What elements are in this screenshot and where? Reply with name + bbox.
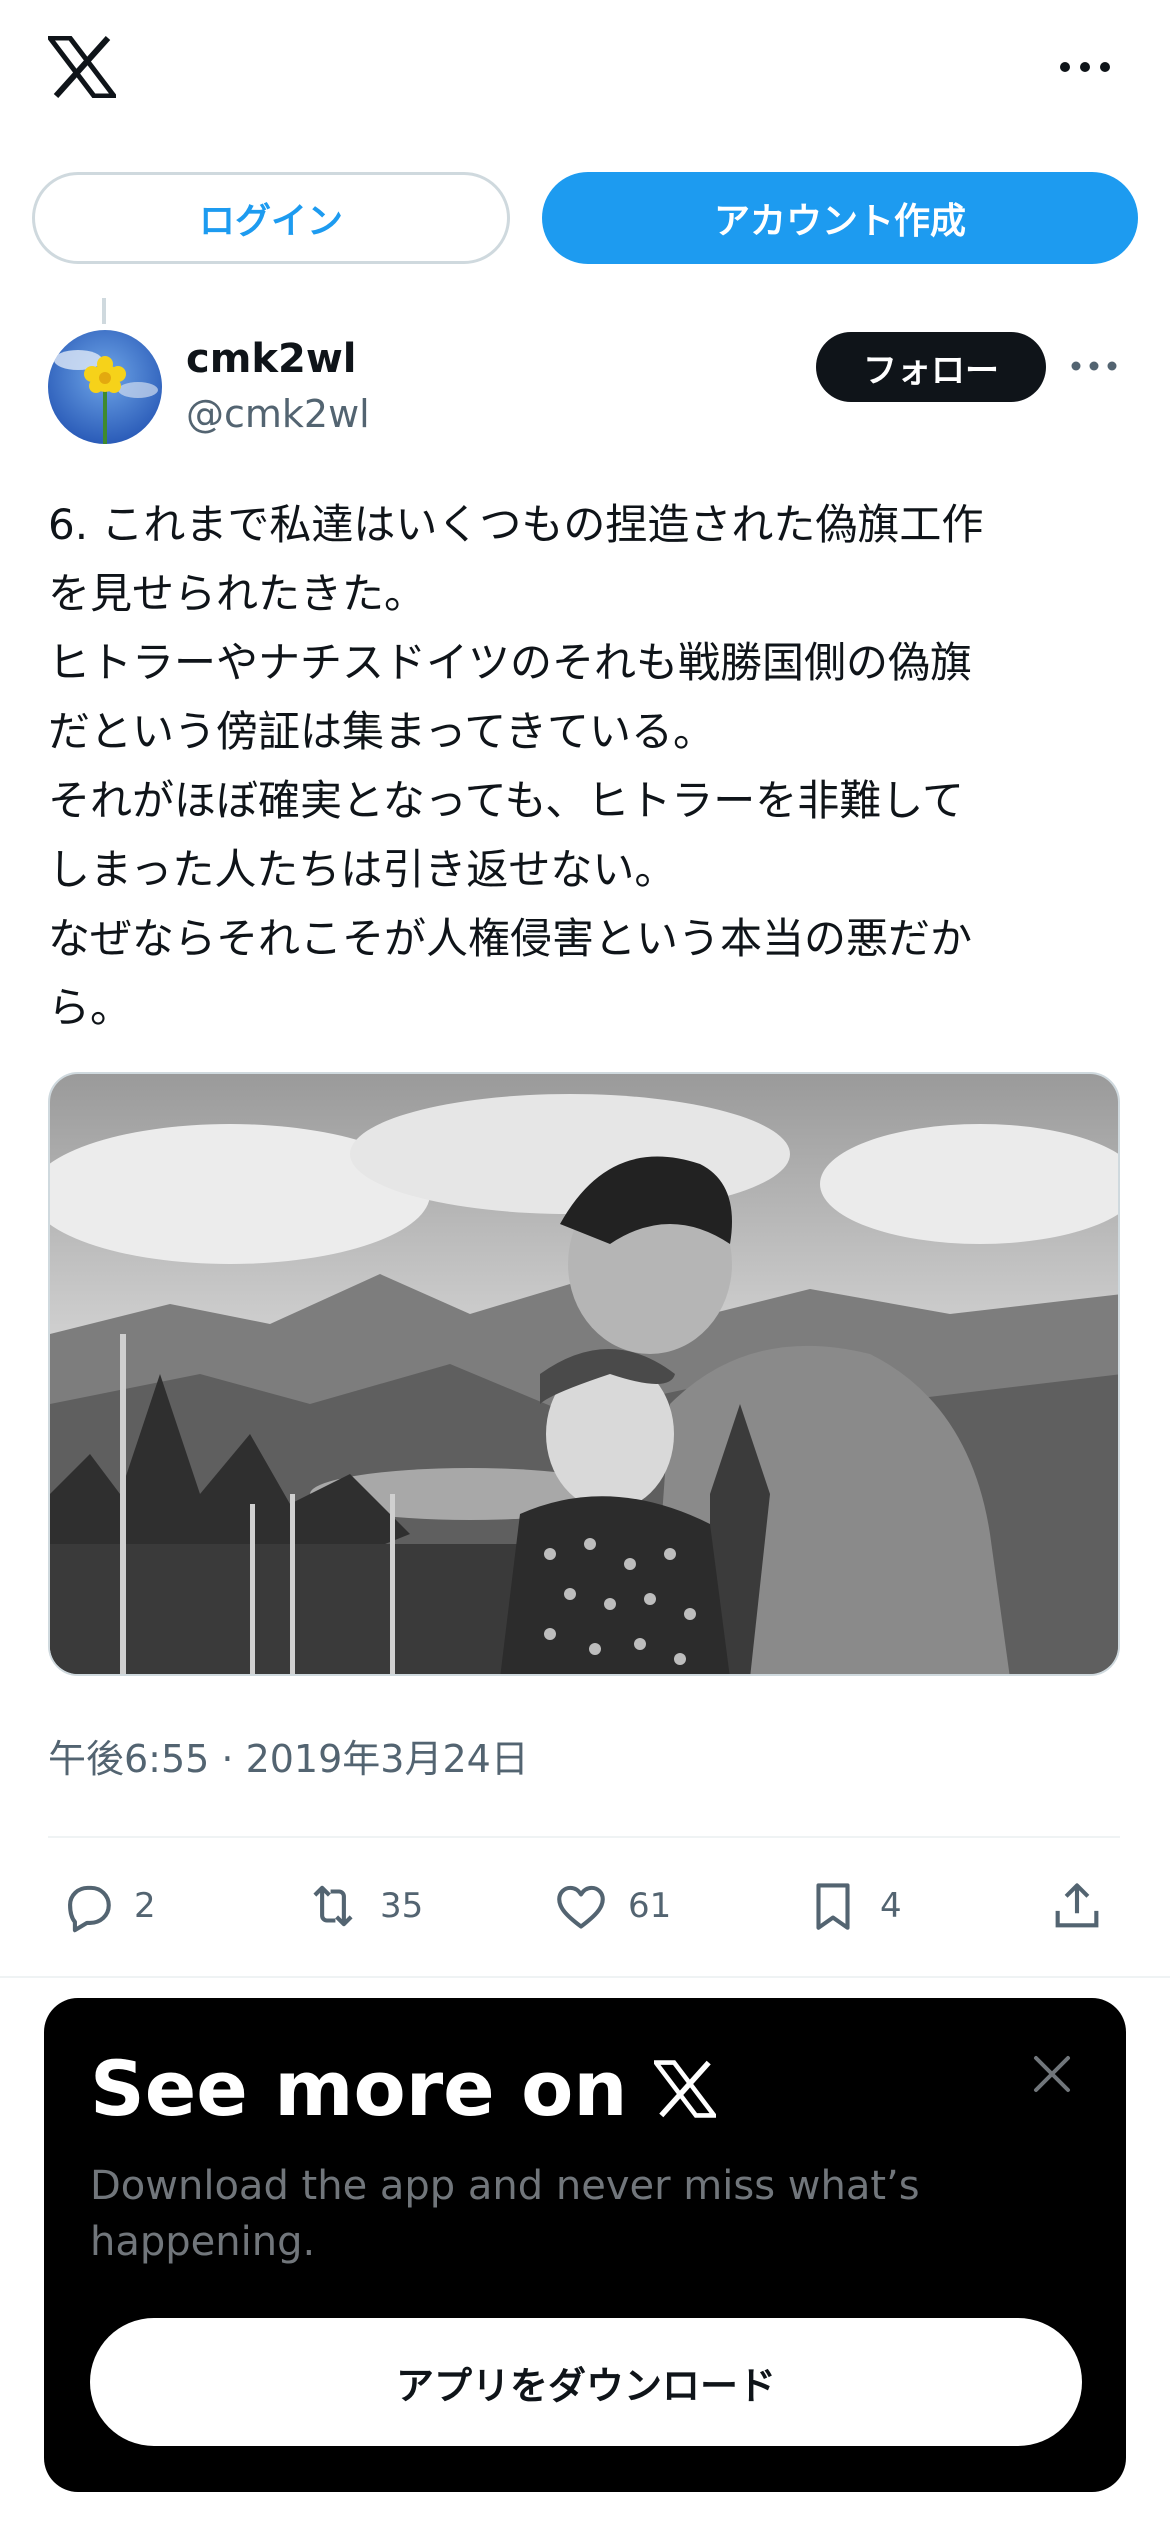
share-button[interactable] [1048, 1862, 1124, 1950]
more-icon[interactable] [1058, 52, 1112, 82]
more-icon[interactable] [1070, 352, 1118, 380]
promo-title: See more on [90, 2044, 716, 2133]
x-logo-icon[interactable] [48, 36, 116, 98]
tweet-media-image[interactable] [48, 1072, 1120, 1676]
tweet-actions: 2 35 61 4 [48, 1862, 1128, 1950]
divider [48, 1836, 1120, 1838]
like-button[interactable]: 61 [552, 1862, 671, 1950]
like-count: 61 [628, 1886, 672, 1926]
promo-title-text: See more on [90, 2044, 628, 2133]
bookmark-button[interactable]: 4 [804, 1862, 902, 1950]
tweet-text: 6. これまで私達はいくつもの捏造された偽旗工作 を見せられたきた。 ヒトラーや… [48, 500, 984, 1032]
reply-button[interactable]: 2 [58, 1862, 156, 1950]
reply-icon [68, 1885, 111, 1933]
auth-buttons: ログイン アカウント作成 [32, 172, 1138, 264]
top-bar [0, 0, 1170, 140]
bookmark-icon [816, 1883, 850, 1930]
divider [0, 1976, 1170, 1978]
thread-line [102, 298, 106, 324]
tweet-author: cmk2wl @cmk2wl フォロー [48, 330, 1128, 450]
follow-button[interactable]: フォロー [816, 332, 1046, 402]
download-app-button[interactable]: アプリをダウンロード [90, 2318, 1082, 2446]
retweet-icon [313, 1885, 353, 1927]
tweet-timestamp[interactable]: 午後6:55 · 2019年3月24日 [48, 1728, 529, 1783]
author-handle[interactable]: @cmk2wl [186, 392, 370, 436]
promo-subtitle: Download the app and never miss what’s h… [90, 2163, 920, 2265]
avatar[interactable] [48, 330, 162, 444]
reply-count: 2 [134, 1886, 156, 1926]
x-logo-icon [653, 2059, 716, 2118]
close-icon[interactable] [1032, 2054, 1072, 2094]
bookmark-count: 4 [880, 1886, 902, 1926]
app-promo-card: See more on Download the app and never m… [44, 1998, 1126, 2492]
signup-button[interactable]: アカウント作成 [542, 172, 1138, 264]
share-icon [1055, 1883, 1099, 1928]
login-button[interactable]: ログイン [32, 172, 510, 264]
retweet-button[interactable]: 35 [304, 1862, 423, 1950]
heart-icon [557, 1885, 605, 1929]
retweet-count: 35 [380, 1886, 424, 1926]
author-name[interactable]: cmk2wl [186, 336, 357, 382]
